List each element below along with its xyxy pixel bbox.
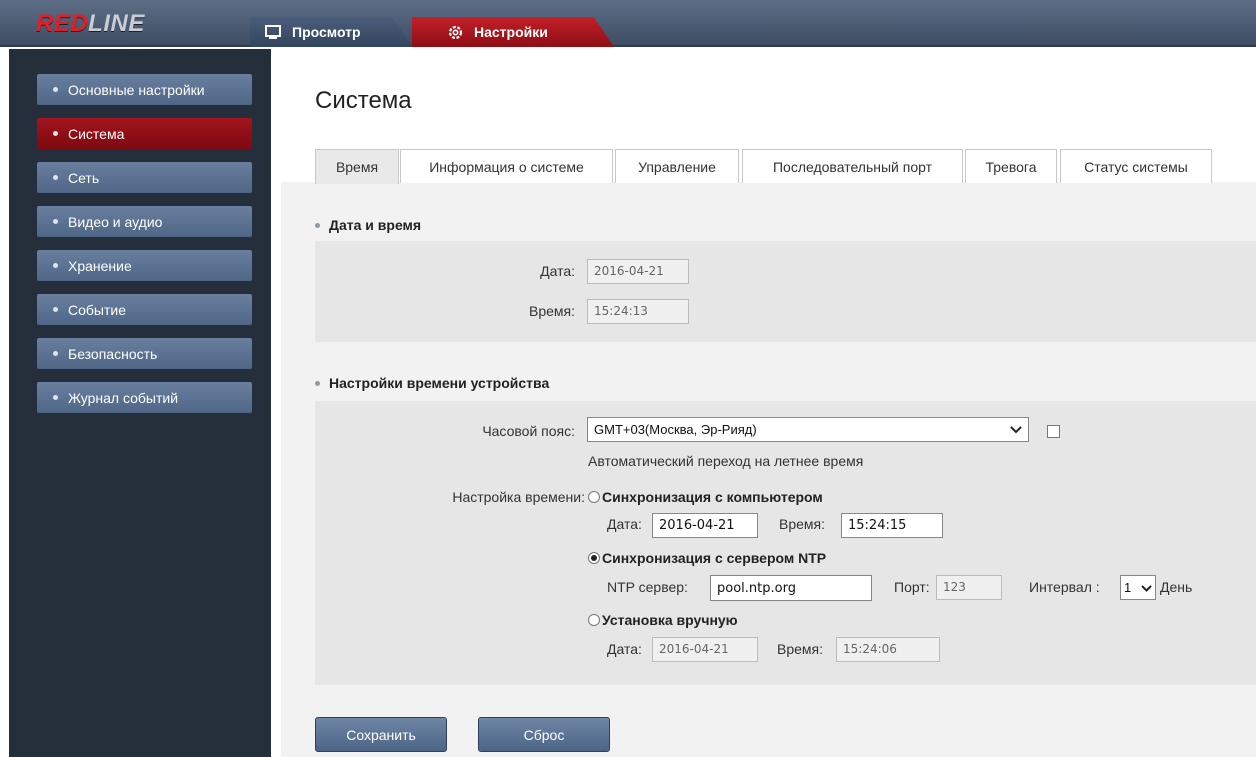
ntp-interval-label: Интервал : [1029, 579, 1100, 595]
sync-ntp-option[interactable]: Синхронизация с сервером NTP [588, 550, 826, 566]
bullet-icon [53, 87, 58, 92]
bullet-icon [315, 380, 320, 386]
tab-management[interactable]: Управление [615, 149, 739, 183]
tab-serial-port[interactable]: Последовательный порт [742, 149, 963, 183]
gear-icon [446, 23, 464, 41]
ntp-interval-unit: День [1160, 579, 1193, 595]
bullet-icon [53, 131, 58, 136]
sync-ntp-radio[interactable] [588, 552, 600, 564]
sidebar-item-network[interactable]: Сеть [37, 162, 252, 193]
sync-pc-label: Синхронизация с компьютером [602, 489, 823, 505]
sync-pc-date-label: Дата: [607, 516, 642, 532]
sidebar-item-label: Сеть [68, 169, 100, 186]
sidebar-item-label: Система [68, 125, 125, 142]
tab-time[interactable]: Время [315, 149, 399, 184]
reset-button[interactable]: Сброс [478, 717, 610, 752]
time-setting-label: Настройка времени: [452, 489, 585, 505]
page-title: Система [315, 87, 412, 114]
sync-pc-date-field: 2016-04-21 [652, 513, 758, 538]
sidebar-item-label: Событие [68, 301, 126, 318]
timezone-label: Часовой пояс: [482, 423, 575, 439]
radio-selected-dot [591, 555, 597, 561]
sidebar-item-event[interactable]: Событие [37, 294, 252, 325]
ntp-server-input[interactable] [710, 575, 872, 601]
sidebar-item-security[interactable]: Безопасность [37, 338, 252, 369]
sync-pc-radio[interactable] [588, 491, 600, 503]
bullet-icon [53, 395, 58, 400]
nav-tab-view-label: Просмотр [292, 24, 361, 40]
dst-label: Автоматический переход на летнее время [588, 453, 864, 469]
ntp-interval-value: 1 [1124, 580, 1132, 595]
section-title: Дата и время [329, 217, 422, 233]
manual-date-field: 2016-04-21 [652, 637, 758, 662]
manual-radio[interactable] [588, 614, 600, 626]
section-title: Настройки времени устройства [329, 375, 550, 391]
time-label: Время: [528, 303, 575, 319]
ntp-server-label: NTP сервер: [607, 579, 688, 595]
sync-pc-time-field: 15:24:15 [841, 513, 943, 538]
device-time-panel: Часовой пояс: GMT+03(Москва, Эр-Рияд) Ав… [315, 401, 1256, 685]
tab-label: Последовательный порт [772, 158, 932, 175]
current-date-field: 2016-04-21 [587, 259, 689, 284]
dst-checkbox[interactable] [1047, 425, 1060, 438]
tab-label: Время [335, 159, 379, 175]
timezone-select[interactable]: GMT+03(Москва, Эр-Рияд) [587, 417, 1029, 442]
logo-red-part: RED [36, 10, 89, 37]
ntp-port-field: 123 [936, 575, 1002, 600]
sync-pc-option[interactable]: Синхронизация с компьютером [588, 489, 823, 505]
sidebar-item-basic-settings[interactable]: Основные настройки [37, 74, 252, 105]
tab-label: Тревога [985, 158, 1037, 175]
sidebar-item-label: Безопасность [68, 345, 158, 362]
sidebar: Основные настройки Система Сеть Видео и … [9, 49, 271, 757]
section-date-time-heading: Дата и время [315, 217, 421, 233]
date-label: Дата: [540, 263, 575, 279]
sidebar-item-event-log[interactable]: Журнал событий [37, 382, 252, 413]
date-time-panel: Дата: 2016-04-21 Время: 15:24:13 [315, 241, 1256, 342]
nav-tab-view[interactable]: Просмотр [250, 17, 412, 47]
bullet-icon [315, 222, 320, 228]
nav-tab-settings[interactable]: Настройки [412, 17, 614, 47]
bullet-icon [53, 175, 58, 180]
main-content: Система Время Информация о системе Управ… [271, 49, 1256, 757]
sidebar-item-storage[interactable]: Хранение [37, 250, 252, 281]
monitor-icon [264, 23, 282, 41]
manual-label: Установка вручную [602, 612, 738, 628]
manual-date-label: Дата: [607, 641, 642, 657]
bullet-icon [53, 219, 58, 224]
sidebar-item-label: Хранение [68, 257, 132, 274]
manual-time-field: 15:24:06 [836, 637, 940, 662]
bullet-icon [53, 351, 58, 356]
tab-label: Статус системы [1084, 158, 1188, 175]
sidebar-item-label: Журнал событий [68, 389, 179, 406]
nav-tab-settings-label: Настройки [474, 24, 548, 40]
save-button[interactable]: Сохранить [315, 717, 447, 752]
sidebar-item-system[interactable]: Система [37, 118, 252, 149]
sync-pc-time-label: Время: [779, 516, 826, 532]
tab-label: Информация о системе [429, 158, 584, 175]
top-bar: REDLINE Просмотр Настройки [0, 0, 1256, 47]
manual-option[interactable]: Установка вручную [588, 612, 738, 628]
logo: REDLINE [36, 10, 145, 38]
sync-ntp-label: Синхронизация с сервером NTP [602, 550, 827, 566]
ntp-port-label: Порт: [894, 579, 930, 595]
bullet-icon [53, 307, 58, 312]
ntp-interval-select[interactable]: 1 [1120, 575, 1156, 600]
chevron-down-icon [1141, 580, 1152, 595]
sidebar-item-video-audio[interactable]: Видео и аудио [37, 206, 252, 237]
current-time-field: 15:24:13 [587, 299, 689, 324]
logo-rest-part: LINE [88, 10, 145, 37]
tab-alarm[interactable]: Тревога [965, 149, 1057, 183]
tab-label: Управление [638, 158, 716, 175]
bullet-icon [53, 263, 58, 268]
sidebar-item-label: Видео и аудио [68, 213, 163, 230]
app-window: REDLINE Просмотр Настройки Основные наст… [0, 0, 1256, 757]
sidebar-item-label: Основные настройки [68, 81, 205, 98]
tab-system-info[interactable]: Информация о системе [400, 149, 613, 183]
manual-time-label: Время: [777, 641, 824, 657]
chevron-down-icon [1010, 422, 1022, 437]
timezone-value: GMT+03(Москва, Эр-Рияд) [594, 422, 757, 437]
tab-system-status[interactable]: Статус системы [1060, 149, 1212, 183]
section-device-time-heading: Настройки времени устройства [315, 375, 549, 391]
